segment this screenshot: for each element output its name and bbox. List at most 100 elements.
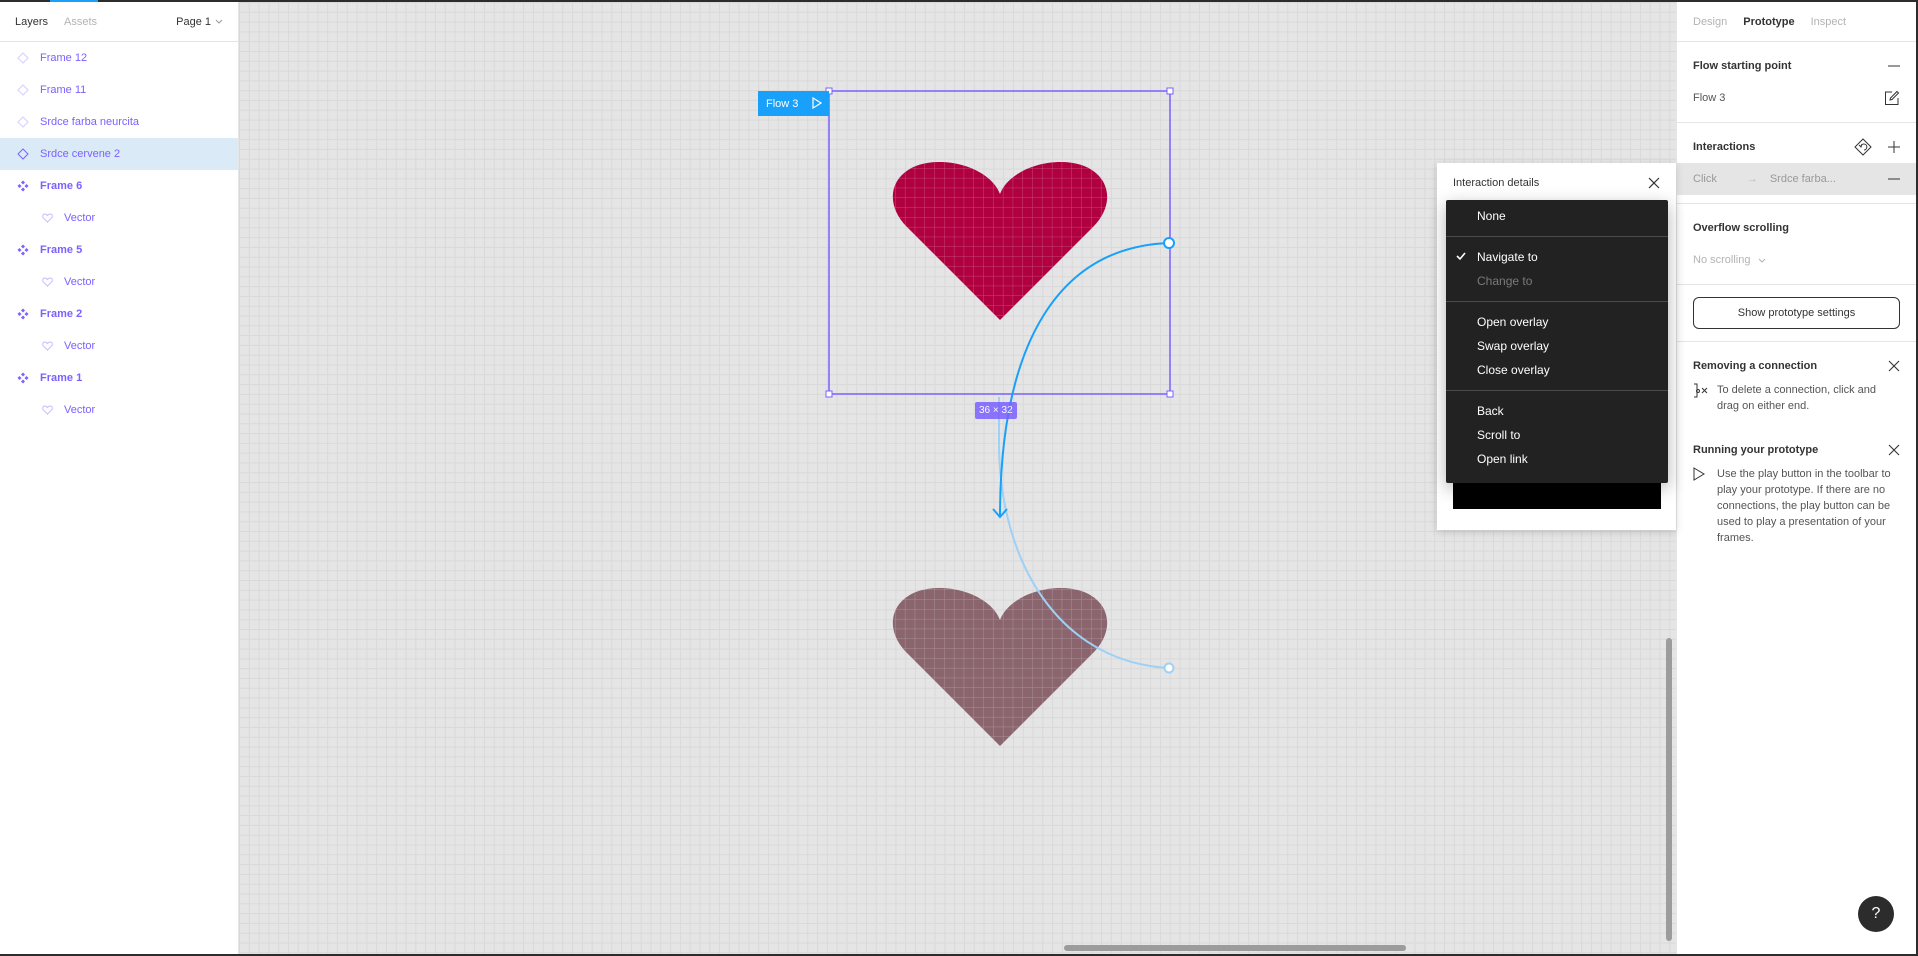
vertical-scrollbar[interactable]	[1666, 638, 1672, 941]
minus-icon	[1888, 65, 1900, 67]
removing-connection-text: To delete a connection, click and drag o…	[1717, 384, 1876, 412]
page-selector[interactable]: Page 1	[176, 16, 223, 28]
menu-item[interactable]: Open link	[1446, 447, 1668, 471]
layer-item[interactable]: Frame 6	[0, 170, 238, 202]
help-button[interactable]: ?	[1858, 896, 1894, 932]
heart-vector-icon	[40, 339, 54, 353]
component-icon	[16, 371, 30, 385]
layer-item[interactable]: Frame 11	[0, 74, 238, 106]
layer-name: Frame 11	[40, 84, 87, 96]
layer-item[interactable]: Srdce farba neurcita	[0, 106, 238, 138]
chevron-down-icon	[1758, 258, 1765, 263]
instance-icon	[16, 83, 30, 97]
removing-connection-title: Removing a connection	[1693, 360, 1818, 372]
interaction-details-title: Interaction details	[1453, 177, 1540, 189]
resize-handle-bl[interactable]	[825, 390, 833, 398]
flow-starting-point-section: Flow starting point Flow 3	[1677, 42, 1916, 123]
overflow-title: Overflow scrolling	[1693, 222, 1789, 234]
settings-section: Show prototype settings	[1677, 297, 1916, 342]
menu-item[interactable]: Scroll to	[1446, 423, 1668, 447]
layer-item[interactable]: Vector	[0, 394, 238, 426]
arrow-right-icon: →	[1746, 173, 1758, 185]
menu-item: Change to	[1446, 269, 1668, 293]
remove-interaction-button[interactable]	[1888, 173, 1900, 185]
instance-icon	[16, 51, 30, 65]
show-prototype-settings-button[interactable]: Show prototype settings	[1693, 297, 1900, 329]
menu-item[interactable]: None	[1446, 204, 1668, 228]
layer-item[interactable]: Vector	[0, 266, 238, 298]
layer-item[interactable]: Vector	[0, 330, 238, 362]
menu-item[interactable]: Open overlay	[1446, 310, 1668, 334]
tab-layers[interactable]: Layers	[15, 16, 48, 28]
layer-item[interactable]: Vector	[0, 202, 238, 234]
layer-name: Frame 2	[40, 308, 83, 320]
flow-label[interactable]: Flow 3	[758, 91, 829, 116]
tab-design[interactable]: Design	[1693, 16, 1727, 28]
heart-vector-icon	[40, 403, 54, 417]
menu-item-label: Scroll to	[1477, 428, 1521, 442]
layer-name: Vector	[64, 212, 96, 224]
menu-item-label: Navigate to	[1477, 250, 1538, 264]
minus-icon	[1888, 178, 1900, 180]
layer-list: Frame 12 Frame 11 Srdce farba neurcita Srdc…	[0, 42, 238, 426]
tab-prototype[interactable]: Prototype	[1743, 16, 1794, 28]
removing-connection-section: Removing a connection To delete a connec…	[1677, 342, 1916, 426]
edit-flow-button[interactable]	[1884, 90, 1900, 106]
resize-handle-br[interactable]	[1166, 390, 1174, 398]
menu-item[interactable]: Swap overlay	[1446, 334, 1668, 358]
component-icon	[16, 243, 30, 257]
chevron-down-icon	[215, 19, 223, 24]
remove-flow-button[interactable]	[1888, 60, 1900, 72]
tab-assets[interactable]: Assets	[64, 16, 97, 28]
close-icon	[1888, 444, 1900, 456]
layer-name: Srdce cervene 2	[40, 148, 121, 160]
disconnect-icon	[1694, 383, 1708, 398]
dismiss-running-button[interactable]	[1888, 444, 1900, 456]
flow-name[interactable]: Flow 3	[1693, 92, 1725, 104]
connector-end-handle[interactable]	[1163, 662, 1175, 674]
overflow-select[interactable]: No scrolling	[1693, 254, 1766, 266]
heart-red[interactable]	[892, 162, 1108, 320]
connector-start-handle[interactable]	[1163, 237, 1175, 249]
tab-inspect[interactable]: Inspect	[1811, 16, 1846, 28]
action-dropdown-menu: None Navigate to Change to Open overlay Swap…	[1446, 200, 1668, 483]
component-interaction-icon	[1854, 138, 1872, 156]
instance-icon	[16, 147, 30, 161]
heart-muted[interactable]	[892, 588, 1108, 746]
layer-name: Frame 6	[40, 180, 83, 192]
interaction-trigger: Click	[1693, 173, 1717, 185]
interaction-row[interactable]: Click → Srdce farba...	[1677, 163, 1916, 195]
properties-panel: Design Prototype Inspect Flow starting p…	[1676, 2, 1916, 954]
layer-name: Frame 1	[40, 372, 83, 384]
overflow-value: No scrolling	[1693, 254, 1751, 266]
layer-item[interactable]: Frame 1	[0, 362, 238, 394]
running-prototype-title: Running your prototype	[1693, 444, 1819, 456]
layer-name: Srdce farba neurcita	[40, 116, 140, 128]
left-panel-tabs: Layers Assets Page 1	[0, 2, 238, 42]
close-icon[interactable]	[1648, 177, 1660, 189]
layer-name: Vector	[64, 340, 96, 352]
plus-icon	[1888, 141, 1900, 153]
component-icon	[16, 307, 30, 321]
menu-item[interactable]: Back	[1446, 399, 1668, 423]
menu-item[interactable]: Close overlay	[1446, 358, 1668, 382]
overflow-section: Overflow scrolling No scrolling	[1677, 204, 1916, 285]
menu-separator	[1446, 236, 1668, 237]
interaction-component-button[interactable]	[1854, 138, 1872, 156]
layer-item[interactable]: Frame 12	[0, 42, 238, 74]
menu-item-label: None	[1477, 209, 1506, 223]
resize-handle-tr[interactable]	[1166, 87, 1174, 95]
play-icon[interactable]	[812, 97, 822, 109]
flow-starting-point-title: Flow starting point	[1693, 60, 1792, 72]
layer-item[interactable]: Frame 5	[0, 234, 238, 266]
component-icon	[16, 179, 30, 193]
menu-item[interactable]: Navigate to	[1446, 245, 1668, 269]
add-interaction-button[interactable]	[1888, 141, 1900, 153]
flow-label-text: Flow 3	[766, 97, 799, 110]
top-bar-accent	[50, 0, 98, 2]
top-bar	[0, 0, 1918, 2]
horizontal-scrollbar[interactable]	[1064, 945, 1406, 951]
layer-item[interactable]: Frame 2	[0, 298, 238, 330]
dismiss-removing-button[interactable]	[1888, 360, 1900, 372]
layer-item[interactable]: Srdce cervene 2	[0, 138, 238, 170]
